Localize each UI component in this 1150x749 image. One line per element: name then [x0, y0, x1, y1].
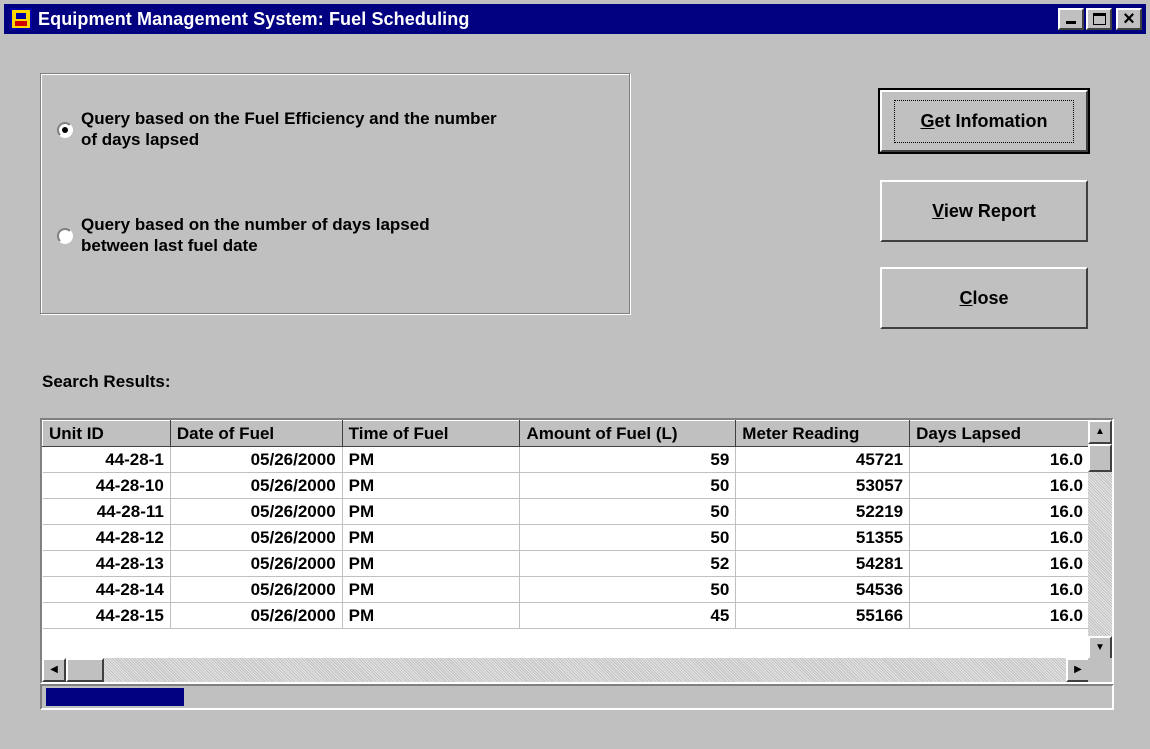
arrow-right-icon: ▶	[1074, 664, 1082, 675]
arrow-left-icon: ◀	[50, 664, 58, 675]
cell-amount-of-fuel[interactable]: 50	[519, 576, 737, 603]
cell-days-lapsed[interactable]: 16.0	[909, 576, 1090, 603]
cell-days-lapsed[interactable]: 16.0	[909, 602, 1090, 629]
cell-time-of-fuel[interactable]: PM	[342, 472, 521, 499]
cell-days-lapsed[interactable]: 16.0	[909, 550, 1090, 577]
table-row[interactable]: 44-28-15 05/26/2000 PM 45 55166 16.0	[42, 602, 1090, 629]
maximize-icon	[1093, 13, 1106, 25]
vertical-scrollbar[interactable]: ▲ ▼	[1088, 420, 1112, 660]
cell-unit-id[interactable]: 44-28-15	[42, 602, 171, 629]
table-row[interactable]: 44-28-10 05/26/2000 PM 50 53057 16.0	[42, 472, 1090, 499]
fuel-scheduling-window: Equipment Management System: Fuel Schedu…	[0, 0, 1150, 749]
cell-unit-id[interactable]: 44-28-11	[42, 498, 171, 525]
cell-date-of-fuel[interactable]: 05/26/2000	[170, 472, 343, 499]
radio-days-lapsed[interactable]	[57, 228, 73, 244]
table-row[interactable]: 44-28-1 05/26/2000 PM 59 45721 16.0	[42, 446, 1090, 473]
progress-fill	[46, 688, 184, 706]
cell-meter-reading[interactable]: 51355	[735, 524, 911, 551]
results-grid-viewport: Unit ID Date of Fuel Time of Fuel Amount…	[42, 420, 1090, 660]
column-header-meter-reading[interactable]: Meter Reading	[735, 420, 911, 447]
maximize-button[interactable]	[1086, 8, 1112, 30]
option-fuel-efficiency[interactable]: Query based on the Fuel Efficiency and t…	[57, 108, 501, 150]
query-options-group: Query based on the Fuel Efficiency and t…	[40, 73, 630, 314]
radio-fuel-efficiency[interactable]	[57, 122, 73, 138]
cell-meter-reading[interactable]: 45721	[735, 446, 911, 473]
results-table: Unit ID Date of Fuel Time of Fuel Amount…	[42, 420, 1090, 629]
close-button[interactable]: Close	[880, 267, 1088, 329]
column-header-time-of-fuel[interactable]: Time of Fuel	[341, 420, 521, 447]
cell-amount-of-fuel[interactable]: 45	[519, 602, 737, 629]
title-bar[interactable]: Equipment Management System: Fuel Schedu…	[4, 4, 1146, 34]
cell-time-of-fuel[interactable]: PM	[342, 550, 521, 577]
column-header-amount-of-fuel[interactable]: Amount of Fuel (L)	[519, 420, 737, 447]
table-row[interactable]: 44-28-11 05/26/2000 PM 50 52219 16.0	[42, 498, 1090, 525]
option-label-fuel-efficiency[interactable]: Query based on the Fuel Efficiency and t…	[81, 108, 501, 150]
scroll-down-button[interactable]: ▼	[1088, 636, 1112, 660]
view-report-label: View Report	[932, 200, 1036, 221]
cell-unit-id[interactable]: 44-28-14	[42, 576, 171, 603]
app-icon[interactable]	[10, 8, 32, 30]
scroll-up-button[interactable]: ▲	[1088, 420, 1112, 444]
arrow-up-icon: ▲	[1095, 426, 1105, 437]
close-window-button[interactable]: ×	[1116, 8, 1142, 30]
arrow-down-icon: ▼	[1095, 642, 1105, 653]
scroll-right-button[interactable]: ▶	[1066, 658, 1090, 682]
table-row[interactable]: 44-28-13 05/26/2000 PM 52 54281 16.0	[42, 550, 1090, 577]
cell-time-of-fuel[interactable]: PM	[342, 524, 521, 551]
cell-date-of-fuel[interactable]: 05/26/2000	[170, 498, 343, 525]
cell-unit-id[interactable]: 44-28-13	[42, 550, 171, 577]
close-icon: ×	[1123, 8, 1135, 30]
cell-amount-of-fuel[interactable]: 50	[519, 524, 737, 551]
get-information-label: Get Infomation	[894, 99, 1074, 143]
cell-unit-id[interactable]: 44-28-12	[42, 524, 171, 551]
cell-date-of-fuel[interactable]: 05/26/2000	[170, 446, 343, 473]
column-header-unit-id[interactable]: Unit ID	[42, 420, 171, 447]
cell-meter-reading[interactable]: 52219	[735, 498, 911, 525]
cell-time-of-fuel[interactable]: PM	[342, 576, 521, 603]
cell-amount-of-fuel[interactable]: 50	[519, 498, 737, 525]
table-row[interactable]: 44-28-12 05/26/2000 PM 50 51355 16.0	[42, 524, 1090, 551]
scrollbar-corner	[1088, 658, 1112, 682]
table-row[interactable]: 44-28-14 05/26/2000 PM 50 54536 16.0	[42, 576, 1090, 603]
cell-meter-reading[interactable]: 55166	[735, 602, 911, 629]
horizontal-scroll-thumb[interactable]	[66, 658, 104, 682]
scroll-left-button[interactable]: ◀	[42, 658, 66, 682]
column-header-days-lapsed[interactable]: Days Lapsed	[909, 420, 1090, 447]
vertical-scroll-thumb[interactable]	[1088, 444, 1112, 472]
cell-unit-id[interactable]: 44-28-10	[42, 472, 171, 499]
search-results-label: Search Results:	[42, 372, 171, 391]
window-title: Equipment Management System: Fuel Schedu…	[38, 8, 470, 29]
option-days-lapsed[interactable]: Query based on the number of days lapsed…	[57, 214, 501, 256]
cell-date-of-fuel[interactable]: 05/26/2000	[170, 602, 343, 629]
cell-meter-reading[interactable]: 54536	[735, 576, 911, 603]
cell-meter-reading[interactable]: 54281	[735, 550, 911, 577]
cell-time-of-fuel[interactable]: PM	[342, 602, 521, 629]
window-controls: ×	[1058, 8, 1142, 30]
minimize-button[interactable]	[1058, 8, 1084, 30]
cell-time-of-fuel[interactable]: PM	[342, 498, 521, 525]
cell-amount-of-fuel[interactable]: 59	[519, 446, 737, 473]
cell-days-lapsed[interactable]: 16.0	[909, 472, 1090, 499]
progress-bar	[40, 684, 1114, 710]
column-header-date-of-fuel[interactable]: Date of Fuel	[169, 420, 343, 447]
cell-days-lapsed[interactable]: 16.0	[909, 446, 1090, 473]
get-information-button[interactable]: Get Infomation	[878, 88, 1090, 154]
horizontal-scrollbar[interactable]: ◀ ▶	[42, 658, 1090, 682]
cell-time-of-fuel[interactable]: PM	[342, 446, 521, 473]
results-grid[interactable]: Unit ID Date of Fuel Time of Fuel Amount…	[40, 418, 1114, 684]
cell-date-of-fuel[interactable]: 05/26/2000	[170, 550, 343, 577]
cell-meter-reading[interactable]: 53057	[735, 472, 911, 499]
cell-days-lapsed[interactable]: 16.0	[909, 524, 1090, 551]
view-report-button[interactable]: View Report	[880, 180, 1088, 242]
option-label-days-lapsed[interactable]: Query based on the number of days lapsed…	[81, 214, 501, 256]
table-header-row: Unit ID Date of Fuel Time of Fuel Amount…	[42, 420, 1090, 447]
close-label: Close	[959, 287, 1009, 308]
cell-date-of-fuel[interactable]: 05/26/2000	[170, 576, 343, 603]
cell-days-lapsed[interactable]: 16.0	[909, 498, 1090, 525]
cell-amount-of-fuel[interactable]: 50	[519, 472, 737, 499]
minimize-icon	[1066, 21, 1076, 24]
cell-amount-of-fuel[interactable]: 52	[519, 550, 737, 577]
cell-unit-id[interactable]: 44-28-1	[42, 446, 171, 473]
cell-date-of-fuel[interactable]: 05/26/2000	[170, 524, 343, 551]
